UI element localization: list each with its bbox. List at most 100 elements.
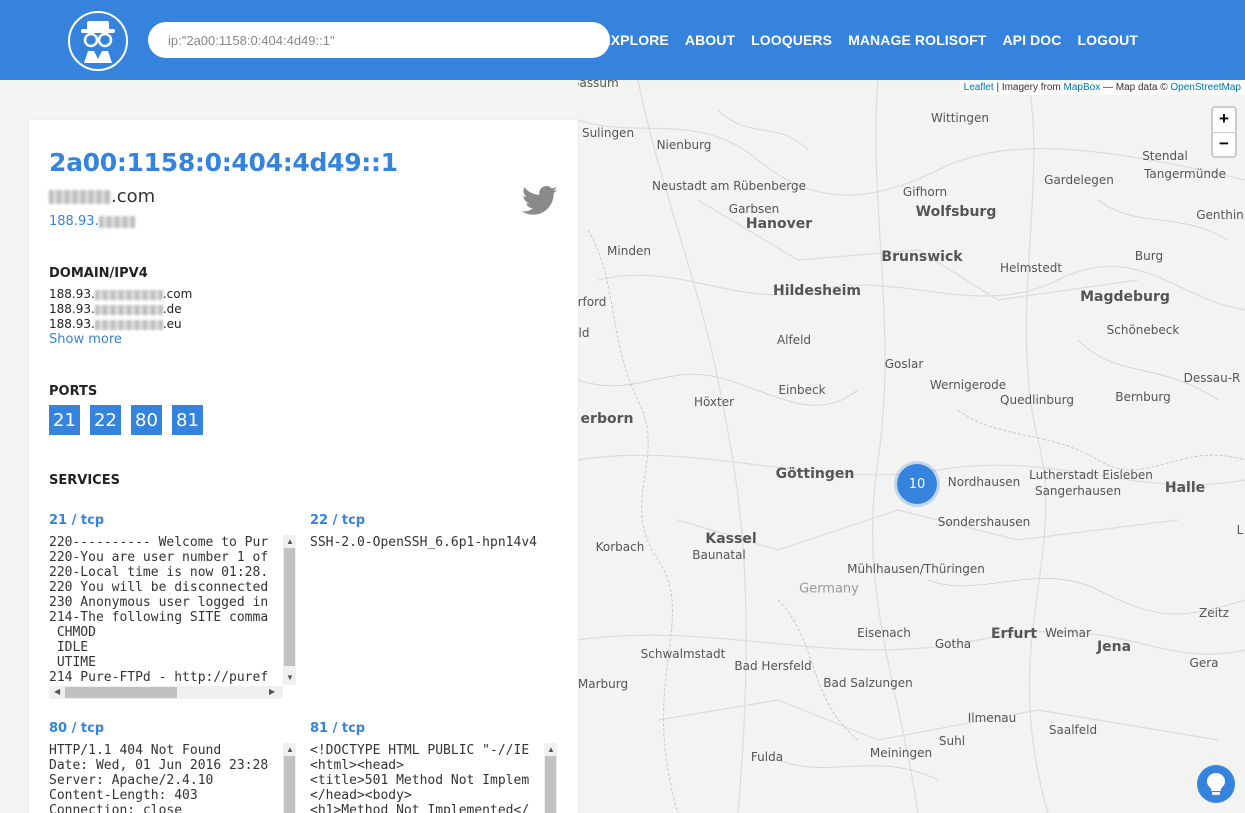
scrollbar-thumb[interactable]: [65, 687, 177, 698]
hostname: .com: [49, 186, 155, 207]
scroll-up-icon[interactable]: ▲: [286, 538, 294, 546]
scroll-up-icon[interactable]: ▲: [286, 746, 294, 754]
scroll-left-icon[interactable]: ◀: [54, 688, 60, 696]
scroll-down-icon[interactable]: ▼: [286, 674, 294, 682]
service-banner-text[interactable]: SSH-2.0-OpenSSH_6.6p1-hpn14v4: [310, 535, 560, 555]
nav-manage-rolisoft[interactable]: MANAGE ROLISOFT: [848, 32, 986, 48]
map-label: Suhl: [938, 734, 966, 748]
map-label: Hildesheim: [772, 283, 862, 299]
map-label: Gardelegen: [1044, 173, 1114, 187]
map-label: Meiningen: [869, 746, 933, 760]
map-label: Einbeck: [778, 383, 826, 397]
hostname-suffix: .com: [111, 186, 156, 207]
map-label: Weimar: [1045, 626, 1091, 640]
map-label: Nienburg: [656, 138, 712, 152]
port-badge[interactable]: 81: [172, 405, 203, 435]
domain-row[interactable]: 188.93. .com: [49, 287, 192, 302]
scrollbar-thumb[interactable]: [545, 756, 556, 813]
leaflet-link[interactable]: Leaflet: [964, 82, 994, 93]
zoom-in-button[interactable]: +: [1213, 108, 1235, 132]
redacted-text: [94, 289, 163, 300]
osm-link[interactable]: OpenStreetMap: [1170, 82, 1241, 93]
nav-about[interactable]: ABOUT: [685, 32, 735, 48]
map-label: Burg: [1134, 249, 1164, 263]
port-badge[interactable]: 80: [131, 405, 162, 435]
map-label: Halle: [1164, 480, 1206, 496]
ipv4-link[interactable]: 188.93.: [49, 214, 135, 229]
map-label: Minden: [607, 244, 651, 258]
search-input[interactable]: [148, 22, 610, 58]
map-label: Jena: [1096, 639, 1132, 655]
map-label: Sangerhausen: [1034, 484, 1122, 498]
vertical-scrollbar[interactable]: ▲ ▼: [283, 535, 296, 685]
domain-prefix: 188.93.: [49, 302, 95, 316]
map-label: Gifhorn: [902, 185, 948, 199]
domain-list: 188.93. .com 188.93. .de 188.93. .eu: [49, 287, 192, 332]
service-banner-text[interactable]: 220---------- Welcome to Pur 220-You are…: [49, 535, 283, 685]
map-label: Baunatal: [692, 548, 746, 562]
show-more-link[interactable]: Show more: [49, 332, 122, 347]
map-label: Hanover: [745, 216, 813, 232]
redacted-text: [98, 215, 135, 228]
service-label: 81 / tcp: [310, 721, 366, 736]
port-badge[interactable]: 22: [90, 405, 121, 435]
map-label: Dessau-R: [1183, 371, 1241, 385]
map-label: Magdeburg: [1080, 289, 1170, 305]
attribution-text: — Map data ©: [1100, 82, 1171, 93]
map-label: Schönebeck: [1106, 323, 1180, 337]
redacted-text: [94, 304, 163, 315]
map-label: Wolfsburg: [915, 204, 997, 220]
domain-suffix: .com: [162, 287, 193, 301]
scroll-up-icon[interactable]: ▲: [547, 746, 555, 754]
scroll-right-icon[interactable]: ▶: [269, 688, 275, 696]
map-label: Marburg: [578, 677, 629, 691]
scrollbar-thumb[interactable]: [284, 756, 295, 813]
map-label: Bernburg: [1115, 390, 1171, 404]
main-nav: EXPLORE ABOUT LOOQUERS MANAGE ROLISOFT A…: [601, 32, 1138, 48]
map-label: Zeitz: [1199, 606, 1229, 620]
service-label: 22 / tcp: [310, 513, 366, 528]
nav-logout[interactable]: LOGOUT: [1078, 32, 1138, 48]
top-bar: EXPLORE ABOUT LOOQUERS MANAGE ROLISOFT A…: [0, 0, 1245, 80]
port-badge[interactable]: 21: [49, 405, 80, 435]
map-label: Genthin: [1196, 208, 1244, 222]
map-label: Stendal: [1142, 149, 1188, 163]
nav-explore[interactable]: EXPLORE: [601, 32, 669, 48]
map-cluster-marker[interactable]: 10: [897, 464, 937, 504]
attribution-text: | Imagery from: [993, 82, 1064, 93]
nav-api-doc[interactable]: API DOC: [1002, 32, 1061, 48]
vertical-scrollbar[interactable]: ▲: [544, 743, 557, 813]
service-banner-text[interactable]: <!DOCTYPE HTML PUBLIC "-//IE <html><head…: [310, 743, 544, 813]
logo-icon[interactable]: [68, 11, 128, 71]
map-label: Schwalmstadt: [640, 647, 726, 661]
mapbox-link[interactable]: MapBox: [1064, 82, 1101, 93]
map-label: Neustadt am Rübenberge: [651, 179, 807, 193]
map-label: Fulda: [750, 750, 784, 764]
service-banner-text[interactable]: HTTP/1.1 404 Not Found Date: Wed, 01 Jun…: [49, 743, 283, 813]
map-attribution: Leaflet | Imagery from MapBox — Map data…: [959, 80, 1245, 95]
domain-suffix: .de: [162, 302, 182, 316]
map-label: Mühlhausen/Thüringen: [847, 562, 985, 576]
vertical-scrollbar[interactable]: ▲: [283, 743, 296, 813]
domain-row[interactable]: 188.93. .de: [49, 302, 192, 317]
service-label: 21 / tcp: [49, 513, 105, 528]
twitter-icon[interactable]: [522, 186, 558, 221]
horizontal-scrollbar[interactable]: ◀ ▶: [49, 686, 283, 699]
domain-section-title: DOMAIN/IPV4: [49, 266, 148, 281]
map-label: Bad Hersfeld: [734, 659, 812, 673]
redacted-text: [94, 319, 163, 330]
map-label: Garbsen: [728, 202, 780, 216]
map-label: Quedlinburg: [1000, 393, 1074, 407]
map-label: Nordhausen: [947, 475, 1021, 489]
service-label: 80 / tcp: [49, 721, 105, 736]
help-bulb-icon[interactable]: [1197, 765, 1235, 803]
domain-prefix: 188.93.: [49, 317, 95, 331]
map-label: Goslar: [884, 357, 924, 371]
domain-row[interactable]: 188.93. .eu: [49, 317, 192, 332]
map-view[interactable]: Bassum Wittingen Sulingen Nienburg Stend…: [578, 80, 1245, 813]
nav-looquers[interactable]: LOOQUERS: [751, 32, 832, 48]
zoom-out-button[interactable]: −: [1213, 132, 1235, 156]
scrollbar-thumb[interactable]: [284, 548, 295, 666]
map-label: Helmstedt: [999, 261, 1063, 275]
domain-suffix: .eu: [162, 317, 182, 331]
